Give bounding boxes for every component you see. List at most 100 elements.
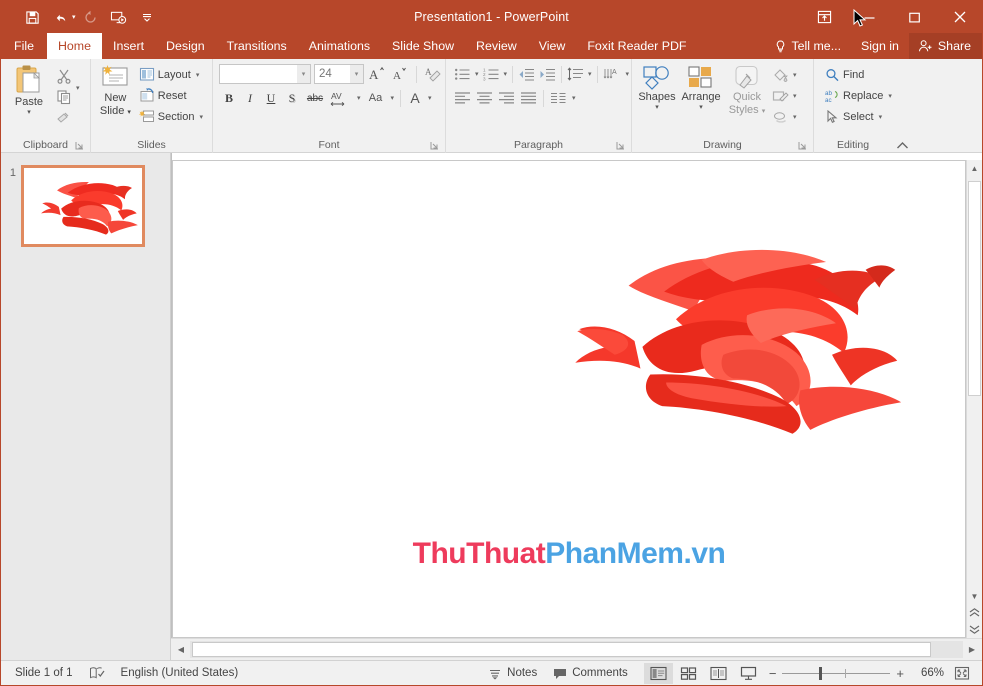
undo-dropdown-icon[interactable]: ▾ [72, 13, 76, 21]
increase-indent-button[interactable] [537, 64, 558, 84]
maximize-button[interactable] [892, 1, 937, 33]
slide-show-view-button[interactable] [734, 663, 763, 684]
zoom-out-button[interactable]: − [769, 666, 777, 681]
font-color-dropdown-icon[interactable]: ▾ [426, 94, 434, 102]
language-indicator[interactable]: English (United States) [113, 661, 247, 686]
copy-button[interactable] [53, 86, 74, 107]
collapse-ribbon-button[interactable] [896, 141, 909, 150]
layout-button[interactable]: Layout ▾ [136, 64, 208, 85]
new-slide-button[interactable]: New Slide ▾ [95, 62, 136, 121]
next-slide-button[interactable] [967, 621, 982, 638]
minimize-button[interactable] [847, 1, 892, 33]
decrease-font-size-button[interactable]: A [390, 64, 410, 84]
line-spacing-button[interactable] [565, 64, 586, 84]
change-case-dropdown-icon[interactable]: ▾ [389, 94, 397, 102]
slide-counter[interactable]: Slide 1 of 1 [7, 661, 81, 686]
text-direction-dropdown-icon[interactable]: ▾ [624, 70, 632, 78]
start-from-beginning-icon[interactable] [106, 5, 132, 29]
arrange-button[interactable]: Arrange ▾ [678, 63, 724, 114]
line-spacing-dropdown-icon[interactable]: ▾ [586, 70, 594, 78]
tab-animations[interactable]: Animations [298, 33, 381, 59]
select-button[interactable]: Select ▾ [822, 106, 897, 127]
zoom-level-label[interactable]: 66% [910, 667, 944, 679]
tell-me-box[interactable]: Tell me... [765, 33, 851, 59]
horizontal-scroll-track[interactable] [190, 641, 963, 658]
bullets-dropdown-icon[interactable]: ▾ [473, 70, 481, 78]
vertical-scroll-thumb[interactable] [968, 181, 981, 396]
customize-qat-icon[interactable] [134, 5, 160, 29]
section-dropdown-icon[interactable]: ▾ [197, 113, 205, 121]
tab-insert[interactable]: Insert [102, 33, 155, 59]
font-size-dropdown-icon[interactable]: ▾ [350, 65, 363, 83]
zoom-slider-thumb[interactable] [819, 666, 823, 680]
copy-dropdown-icon[interactable]: ▾ [74, 84, 82, 92]
redo-icon[interactable] [78, 5, 104, 29]
shapes-dropdown-icon[interactable]: ▾ [655, 104, 659, 112]
previous-slide-button[interactable] [967, 604, 982, 621]
scroll-right-button[interactable]: ▶ [963, 641, 981, 658]
align-center-button[interactable] [474, 88, 495, 108]
decrease-indent-button[interactable] [516, 64, 537, 84]
slide-thumbnail-1[interactable] [21, 165, 145, 247]
tab-file[interactable]: File [1, 33, 47, 59]
paragraph-dialog-launcher[interactable] [616, 141, 627, 152]
layout-dropdown-icon[interactable]: ▾ [194, 71, 202, 79]
slide-thumbnail-pane[interactable]: 1 [1, 153, 171, 660]
slide-canvas[interactable]: ThuThuatPhanMem.vn [172, 160, 966, 638]
shape-fill-button[interactable] [770, 64, 791, 85]
tab-home[interactable]: Home [46, 33, 103, 59]
comments-button[interactable]: Comments [545, 661, 636, 686]
paste-button[interactable]: Paste ▾ [5, 62, 53, 119]
tab-foxit-reader-pdf[interactable]: Foxit Reader PDF [576, 33, 697, 59]
underline-button[interactable]: U [261, 88, 281, 108]
horizontal-scrollbar[interactable]: ◀ ▶ [171, 638, 982, 660]
justify-button[interactable] [518, 88, 539, 108]
tab-review[interactable]: Review [465, 33, 528, 59]
columns-button[interactable] [548, 88, 569, 108]
font-color-button[interactable]: A [405, 88, 425, 108]
zoom-in-button[interactable]: + [896, 666, 904, 681]
tab-view[interactable]: View [528, 33, 577, 59]
drawing-dialog-launcher[interactable] [798, 141, 809, 152]
quick-styles-button[interactable]: Quick Styles ▾ [724, 63, 770, 120]
columns-dropdown-icon[interactable]: ▾ [570, 94, 578, 102]
bullets-button[interactable] [452, 64, 473, 84]
vertical-scrollbar[interactable]: ▲ ▼ [966, 160, 982, 638]
text-shadow-button[interactable]: S [282, 88, 302, 108]
rose-image[interactable] [518, 223, 913, 453]
scroll-left-button[interactable]: ◀ [172, 641, 190, 658]
reading-view-button[interactable] [704, 663, 733, 684]
character-spacing-button[interactable]: AV [328, 88, 354, 108]
shape-effects-button[interactable] [770, 106, 791, 127]
tab-design[interactable]: Design [155, 33, 216, 59]
align-left-button[interactable] [452, 88, 473, 108]
shapes-button[interactable]: Shapes ▾ [636, 63, 678, 114]
italic-button[interactable]: I [240, 88, 260, 108]
share-button[interactable]: Share [908, 33, 982, 59]
notes-button[interactable]: Notes [480, 661, 545, 686]
replace-button[interactable]: ab ac Replace ▾ [822, 85, 897, 106]
sign-in-button[interactable]: Sign in [851, 33, 909, 59]
character-spacing-dropdown-icon[interactable]: ▾ [355, 94, 363, 102]
save-icon[interactable] [19, 5, 45, 29]
increase-font-size-button[interactable]: A [367, 64, 387, 84]
font-dialog-launcher[interactable] [430, 141, 441, 152]
paste-dropdown-icon[interactable]: ▾ [27, 109, 31, 117]
font-name-combo[interactable]: ▾ [219, 64, 311, 84]
undo-icon[interactable] [47, 5, 73, 29]
vertical-scroll-track[interactable] [967, 176, 982, 588]
numbering-button[interactable]: 123 [481, 64, 502, 84]
slide-sorter-view-button[interactable] [674, 663, 703, 684]
arrange-dropdown-icon[interactable]: ▾ [699, 104, 703, 112]
align-right-button[interactable] [496, 88, 517, 108]
shape-effects-dropdown-icon[interactable]: ▾ [791, 113, 799, 121]
change-case-button[interactable]: Aa [364, 88, 388, 108]
spell-check-button[interactable] [81, 661, 113, 686]
clipboard-dialog-launcher[interactable] [75, 141, 86, 152]
clear-formatting-button[interactable]: A [423, 64, 443, 84]
format-painter-button[interactable] [53, 107, 74, 128]
shape-fill-dropdown-icon[interactable]: ▾ [791, 71, 799, 79]
section-button[interactable]: Section ▾ [136, 106, 208, 127]
tab-slide-show[interactable]: Slide Show [381, 33, 465, 59]
bold-button[interactable]: B [219, 88, 239, 108]
